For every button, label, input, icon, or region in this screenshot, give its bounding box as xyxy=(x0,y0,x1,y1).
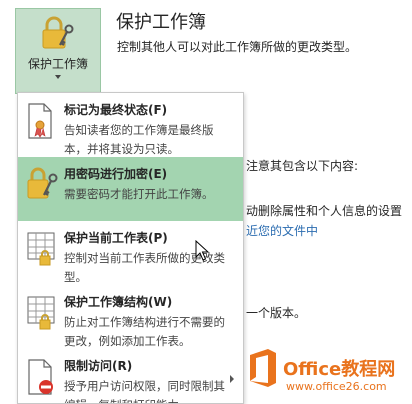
watermark-brand: Office教程网 xyxy=(283,359,396,380)
workbook-structure-icon xyxy=(27,296,55,330)
office-logo-icon xyxy=(250,349,276,387)
protect-workbook-label: 保护工作簿 xyxy=(27,57,88,71)
menu-item-protect-current-sheet[interactable]: 保护当前工作表(P) 控制对当前工作表所做的更改类型。 xyxy=(18,221,243,285)
menu-item-protect-workbook-structure[interactable]: 保护工作簿结构(W) 防止对工作簿结构进行不需要的更改，例如添加工作表。 xyxy=(18,285,243,349)
menu-item-mark-as-final[interactable]: 标记为最终状态(F) 告知读者您的工作簿是最终版本，并将其设为只读。 xyxy=(18,93,243,157)
sheet-lock-icon xyxy=(27,232,55,266)
page-title: 保护工作簿 xyxy=(116,12,206,33)
menu-item-desc: 需要密码才能打开此工作簿。 xyxy=(64,187,214,201)
menu-item-desc: 控制对当前工作表所做的更改类型。 xyxy=(64,251,225,284)
menu-item-restrict-access[interactable]: 限制访问(R) 授予用户访问权限，同时限制其编辑、复制和打印能力。 xyxy=(18,349,243,403)
menu-item-encrypt-with-password[interactable]: 用密码进行加密(E) 需要密码才能打开此工作簿。 xyxy=(18,157,243,221)
menu-item-title: 保护当前工作表(P) xyxy=(64,231,168,245)
restrict-access-icon xyxy=(28,359,53,395)
protect-workbook-button[interactable]: 保护工作簿 xyxy=(15,8,101,94)
background-link[interactable]: 近您的文件中 xyxy=(246,222,318,239)
menu-item-title: 限制访问(R) xyxy=(64,359,133,373)
page-description: 控制其他人可以对此工作簿所做的更改类型。 xyxy=(117,40,358,54)
background-text-1: 注意其包含以下内容: xyxy=(246,159,359,173)
menu-item-title: 用密码进行加密(E) xyxy=(64,167,168,181)
watermark-url: www.office26.com xyxy=(286,380,387,393)
document-ribbon-icon xyxy=(28,103,52,139)
protect-workbook-menu: 标记为最终状态(F) 告知读者您的工作簿是最终版本，并将其设为只读。 用密码进行… xyxy=(17,92,244,404)
lock-key-icon xyxy=(42,16,74,49)
lock-key-icon xyxy=(27,167,58,199)
menu-item-desc: 告知读者您的工作簿是最终版本，并将其设为只读。 xyxy=(64,123,214,156)
chevron-down-icon xyxy=(55,75,61,79)
menu-item-desc: 防止对工作簿结构进行不需要的更改，例如添加工作表。 xyxy=(64,315,225,348)
menu-item-title: 保护工作簿结构(W) xyxy=(64,295,173,309)
background-text-2: 动删除属性和个人信息的设置 xyxy=(246,204,403,218)
mouse-cursor-icon xyxy=(195,240,209,261)
menu-item-desc: 授予用户访问权限，同时限制其编辑、复制和打印能力。 xyxy=(64,379,225,403)
submenu-arrow-icon xyxy=(230,375,234,383)
menu-item-title: 标记为最终状态(F) xyxy=(64,103,168,117)
background-text-3: 一个版本。 xyxy=(246,306,307,320)
